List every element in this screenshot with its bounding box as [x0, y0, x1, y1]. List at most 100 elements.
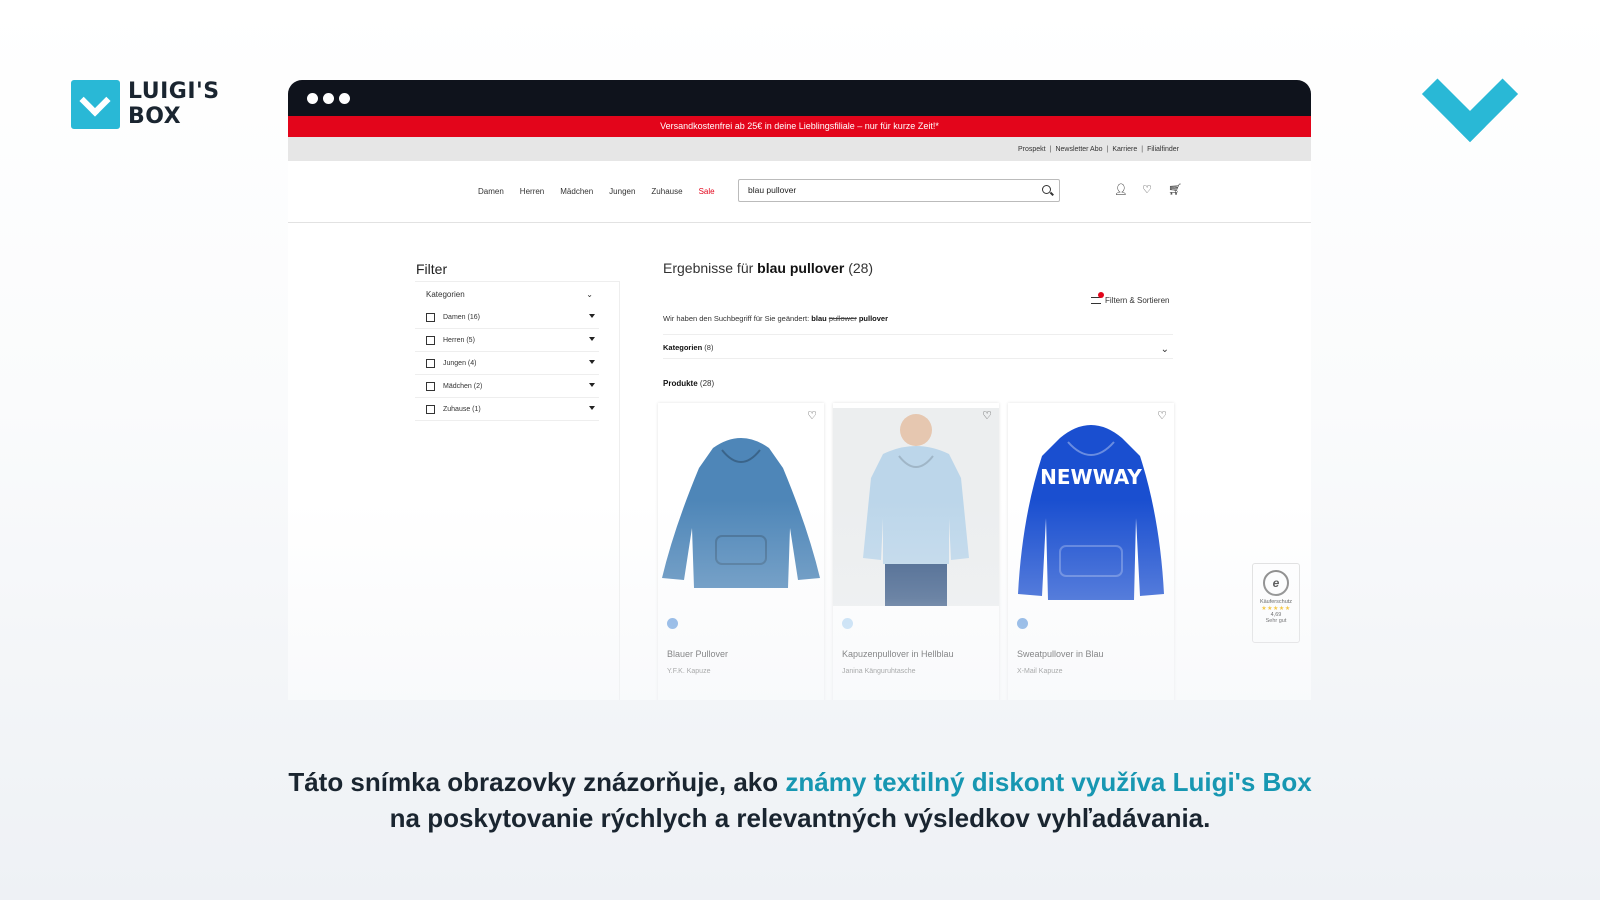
caret-down-icon[interactable]: [589, 383, 595, 387]
product-card[interactable]: ♡ Kapuzenpullover in Hellblau Janina Kän…: [833, 403, 999, 700]
filter-section-kategorien[interactable]: Kategorien ⌄: [415, 281, 619, 306]
filter-item-label: Zuhause (1): [443, 405, 481, 413]
checkbox[interactable]: [426, 312, 435, 322]
filter-item-herren[interactable]: Herren (5): [415, 329, 599, 352]
filter-item-jungen[interactable]: Jungen (4): [415, 352, 599, 375]
sort-icon: [1091, 292, 1104, 304]
main-nav: Damen Herren Mädchen Jungen Zuhause Sale…: [288, 161, 1311, 223]
product-image[interactable]: [658, 408, 824, 606]
correction-prefix: Wir haben den Suchbegriff für Sie geände…: [663, 314, 810, 323]
category-accordion[interactable]: Kategorien (8) ⌄: [663, 334, 1173, 359]
luigis-box-logo: LUIGI'S BOX: [71, 79, 220, 129]
window-dot-icon: [307, 92, 318, 104]
hoodie-shape-icon: [863, 446, 969, 564]
wishlist-heart-icon[interactable]: ♡: [982, 409, 992, 422]
caption-line1: Táto snímka obrazovky znázorňuje, ako zn…: [0, 764, 1600, 800]
filter-item-damen[interactable]: Damen (16): [415, 306, 599, 329]
trusted-seal-icon: e: [1263, 570, 1289, 596]
checkbox[interactable]: [426, 381, 435, 391]
filter-item-label: Herren (5): [443, 336, 475, 344]
chevron-down-icon: ⌄: [586, 290, 593, 299]
results-prefix: Ergebnisse für: [663, 260, 754, 276]
product-image[interactable]: [833, 408, 999, 606]
hoodie-shape-icon: [1018, 425, 1164, 600]
product-name[interactable]: Sweatpullover in Blau: [1017, 649, 1104, 659]
nav-item-herren[interactable]: Herren: [520, 187, 544, 196]
browser-title-bar: [288, 80, 1311, 116]
caption-text: Táto snímka obrazovky znázorňuje, ako: [288, 767, 786, 797]
checkbox[interactable]: [426, 358, 435, 368]
checkbox[interactable]: [426, 404, 435, 414]
filter-sort-button[interactable]: Filtern & Sortieren: [1091, 292, 1170, 305]
filter-panel: Kategorien ⌄ Damen (16) Herren (5) Junge…: [415, 281, 620, 700]
trust-verdict: Sehr gut: [1265, 618, 1287, 624]
product-subtitle: Y.F.K. Kapuze: [667, 668, 711, 675]
nav-item-zuhause[interactable]: Zuhause: [651, 187, 682, 196]
nav-item-sale[interactable]: Sale: [699, 187, 715, 196]
filter-item-zuhause[interactable]: Zuhause (1): [415, 398, 599, 421]
browser-window: Versandkostenfrei ab 25€ in deine Liebli…: [288, 80, 1311, 700]
color-swatch[interactable]: [842, 618, 853, 629]
query-correction-notice: Wir haben den Suchbegriff für Sie geände…: [663, 314, 888, 323]
product-grid: ♡ Blauer Pullover Y.F.K. Kapuze ♡ Kapuze…: [658, 403, 1174, 700]
search-icon[interactable]: [1042, 185, 1051, 194]
logo-line2: BOX: [128, 104, 182, 129]
chevron-decoration-icon: [1421, 45, 1519, 143]
utility-bar: Prospekt | Newsletter Abo | Karriere | Fili…: [288, 137, 1311, 161]
luigis-box-logo-icon: [71, 79, 120, 129]
product-name[interactable]: Kapuzenpullover in Hellblau: [842, 649, 954, 659]
product-subtitle: Janina Känguruhtasche: [842, 668, 916, 675]
util-link-filialfinder[interactable]: Filialfinder: [1147, 146, 1179, 153]
nav-item-jungen[interactable]: Jungen: [609, 187, 635, 196]
checkbox[interactable]: [426, 335, 435, 345]
products-label: Produkte: [663, 379, 698, 388]
products-count: (28): [699, 379, 715, 388]
caption-highlight: známy textilný diskont využíva Luigi's B…: [785, 767, 1312, 797]
category-count: (8): [704, 343, 714, 352]
search-value: blau pullover: [748, 185, 797, 195]
caption-line2: na poskytovanie rýchlych a relevantných …: [389, 803, 1211, 833]
search-input[interactable]: blau pullover: [738, 179, 1060, 202]
product-card[interactable]: ♡ Blauer Pullover Y.F.K. Kapuze: [658, 403, 824, 700]
nav-item-damen[interactable]: Damen: [478, 187, 504, 196]
logo-wordmark: LUIGI'S BOX: [128, 79, 220, 129]
wishlist-heart-icon[interactable]: ♡: [1157, 409, 1167, 422]
results-title: Ergebnisse für blau pullover (28): [663, 260, 873, 276]
hoodie-shape-icon: [662, 438, 820, 588]
product-name[interactable]: Blauer Pullover: [667, 649, 728, 659]
cart-icon[interactable]: 🛒︎: [1168, 183, 1182, 196]
caret-down-icon[interactable]: [589, 314, 595, 318]
trusted-shops-badge[interactable]: e Käuferschutz ★★★★★ 4,69 Sehr gut: [1252, 563, 1300, 643]
util-link-newsletter[interactable]: Newsletter Abo: [1055, 146, 1102, 153]
caret-down-icon[interactable]: [589, 360, 595, 364]
promo-banner[interactable]: Versandkostenfrei ab 25€ in deine Liebli…: [288, 116, 1311, 137]
logo-line1: LUIGI'S: [128, 79, 220, 104]
filter-item-label: Damen (16): [443, 313, 480, 321]
color-swatch[interactable]: [667, 618, 678, 629]
nav-item-maedchen[interactable]: Mädchen: [560, 187, 593, 196]
caret-down-icon[interactable]: [589, 337, 595, 341]
caption: Táto snímka obrazovky znázorňuje, ako zn…: [0, 764, 1600, 836]
results-count: (28): [848, 260, 874, 276]
heart-icon[interactable]: ♡: [1141, 183, 1153, 196]
print-text: NEWWAY: [1040, 465, 1142, 489]
search-results-page: Filter Kategorien ⌄ Damen (16) Herren (5…: [288, 223, 1311, 700]
filter-item-maedchen[interactable]: Mädchen (2): [415, 375, 599, 398]
caret-down-icon[interactable]: [589, 406, 595, 410]
nav-links: Damen Herren Mädchen Jungen Zuhause Sale: [478, 187, 715, 196]
product-subtitle: X-Mail Kapuze: [1017, 668, 1063, 675]
correction-word-new: pullover: [858, 314, 889, 323]
product-card[interactable]: ♡ NEWWAY Sweatpullover in Blau X-Mail Ka…: [1008, 403, 1174, 700]
filter-item-label: Jungen (4): [443, 359, 477, 367]
color-swatch[interactable]: [1017, 618, 1028, 629]
wishlist-heart-icon[interactable]: ♡: [807, 409, 817, 422]
sort-label: Filtern & Sortieren: [1105, 296, 1170, 305]
product-image[interactable]: NEWWAY: [1008, 408, 1174, 606]
correction-word-kept: blau: [811, 314, 827, 323]
util-link-prospekt[interactable]: Prospekt: [1018, 146, 1046, 153]
star-rating-icon: ★★★★★: [1261, 606, 1291, 612]
filter-item-label: Mädchen (2): [443, 382, 483, 390]
util-link-karriere[interactable]: Karriere: [1112, 146, 1137, 153]
filter-title: Filter: [416, 261, 448, 277]
user-icon[interactable]: 👤︎: [1114, 183, 1128, 196]
